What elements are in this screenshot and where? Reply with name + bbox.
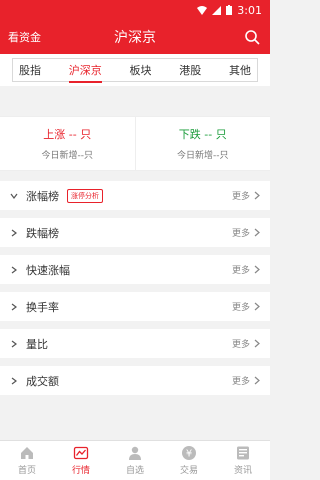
chevron-right-icon [254,339,260,348]
user-icon [129,446,141,460]
list-item-turnover-rate[interactable]: 换手率 更多 [0,292,270,321]
status-bar: 3:01 [0,0,270,20]
list-item-label: 涨幅榜 [26,189,59,203]
page-title: 沪深京 [114,30,156,46]
list-item-turnover-amount[interactable]: 成交额 更多 [0,366,270,395]
tab-other[interactable]: 其他 [229,62,251,78]
chevron-right-icon [254,265,260,274]
list-item-losers[interactable]: 跌幅榜 更多 [0,218,270,247]
chevron-right-icon [254,228,260,237]
more-label: 更多 [231,192,250,202]
more-link[interactable]: 更多 [232,374,260,387]
more-link[interactable]: 更多 [232,226,260,239]
more-label: 更多 [231,340,250,350]
chevron-right-icon [11,377,17,384]
wifi-icon [197,5,208,15]
status-time: 3:01 [237,3,262,17]
list-item-fast-rise[interactable]: 快速涨幅 更多 [0,255,270,284]
home-icon [21,447,33,459]
more-link[interactable]: 更多 [232,263,260,276]
yen-icon: ¥ [182,446,196,460]
list-item-label: 成交额 [26,374,59,388]
signal-icon [212,5,222,15]
search-icon[interactable] [244,29,260,45]
market-tabs-bar: 股指 沪深京 板块 港股 其他 [0,54,270,86]
svg-text:¥: ¥ [186,449,192,460]
nav-trade[interactable]: ¥ 交易 [162,441,216,480]
more-link[interactable]: 更多 [232,300,260,313]
news-icon [237,446,249,460]
tab-shenzhen-shanghai-beijing[interactable]: 沪深京 [68,62,102,83]
more-link[interactable]: 更多 [232,337,260,350]
fall-summary[interactable]: 下跌 -- 只 今日新增--只 [134,117,271,170]
fall-count: 下跌 -- 只 [178,128,227,141]
nav-news-label: 资讯 [233,466,252,476]
chevron-right-icon [254,376,260,385]
list-item-volume-ratio[interactable]: 量比 更多 [0,329,270,358]
chevron-right-icon [11,340,17,347]
more-label: 更多 [231,377,250,387]
tab-index[interactable]: 股指 [19,62,41,78]
chevron-down-icon [10,193,18,199]
rise-summary[interactable]: 上涨 -- 只 今日新增--只 [0,117,135,170]
nav-watchlist-label: 自选 [125,466,144,476]
chevron-right-icon [254,191,260,200]
nav-market-label: 行情 [71,466,90,476]
list-item-gainers[interactable]: 涨幅榜 涨停分析 更多 [0,181,270,210]
nav-watchlist[interactable]: 自选 [108,441,162,480]
chevron-right-icon [254,302,260,311]
nav-trade-label: 交易 [179,466,198,476]
bottom-nav: 首页 行情 自选 ¥ 交易 资讯 [0,440,270,480]
nav-market[interactable]: 行情 [54,441,108,480]
header: 看资金 沪深京 [0,20,270,54]
more-link[interactable]: 更多 [232,189,260,202]
market-tabs: 股指 沪深京 板块 港股 其他 [12,58,258,83]
more-label: 更多 [231,266,250,276]
rise-fall-summary: 上涨 -- 只 今日新增--只 下跌 -- 只 今日新增--只 [0,116,270,171]
chevron-right-icon [11,266,17,273]
list-item-label: 跌幅榜 [26,226,59,240]
more-label: 更多 [231,303,250,313]
top-bar: 3:01 看资金 沪深京 股指 沪深京 板块 港股 其他 [0,0,270,86]
app-screen: 3:01 看资金 沪深京 股指 沪深京 板块 港股 其他 上涨 -- 只 今日新… [0,0,270,480]
tab-hk-stocks[interactable]: 港股 [179,62,201,78]
nav-home[interactable]: 首页 [0,441,54,480]
more-label: 更多 [231,229,250,239]
chevron-right-icon [11,303,17,310]
rise-count: 上涨 -- 只 [43,128,92,141]
list-item-label: 量比 [26,337,48,351]
chevron-right-icon [11,229,17,236]
fall-new-today: 今日新增--只 [177,151,229,161]
market-chart-icon [73,446,89,460]
list-item-label: 换手率 [26,300,59,314]
limit-up-analysis-button[interactable]: 涨停分析 [67,188,103,203]
battery-icon [226,5,233,15]
nav-home-label: 首页 [17,466,36,476]
rise-new-today: 今日新增--只 [41,151,94,161]
tab-sectors[interactable]: 板块 [130,62,152,78]
spacer [0,86,270,116]
nav-news[interactable]: 资讯 [216,441,270,480]
ranking-list: 涨幅榜 涨停分析 更多 跌幅榜 更多 快速涨幅 更多 换手率 更多 量比 更多 … [0,181,270,395]
list-item-label: 快速涨幅 [26,263,70,277]
